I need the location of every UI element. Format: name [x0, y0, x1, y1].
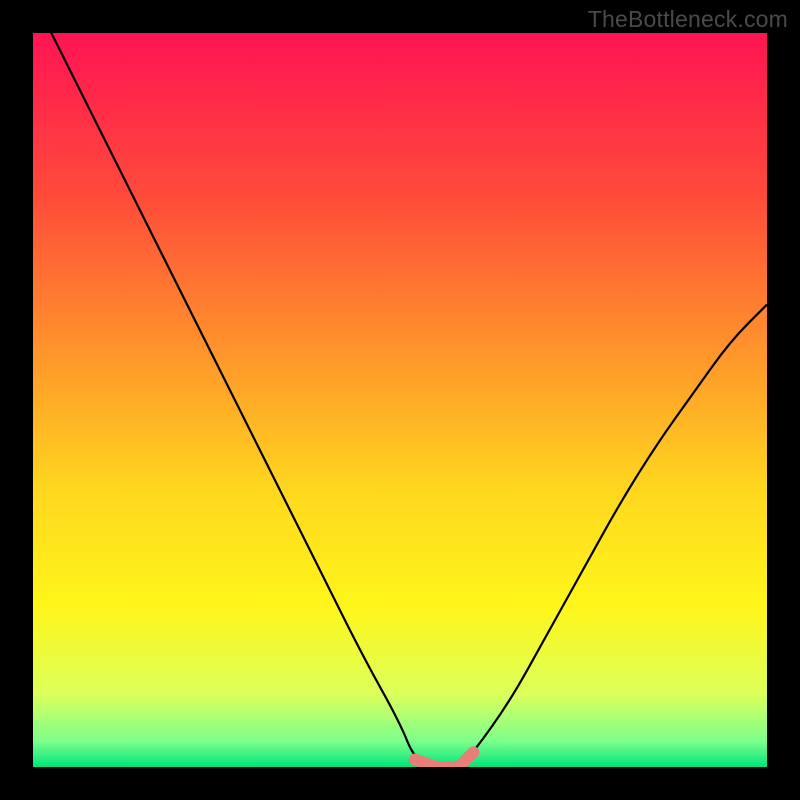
chart-frame: TheBottleneck.com	[0, 0, 800, 800]
bottleneck-curve	[33, 33, 767, 767]
attribution-label: TheBottleneck.com	[588, 6, 788, 33]
curve-highlight-segment	[415, 752, 474, 767]
plot-area	[33, 33, 767, 767]
curve-line	[33, 33, 767, 767]
